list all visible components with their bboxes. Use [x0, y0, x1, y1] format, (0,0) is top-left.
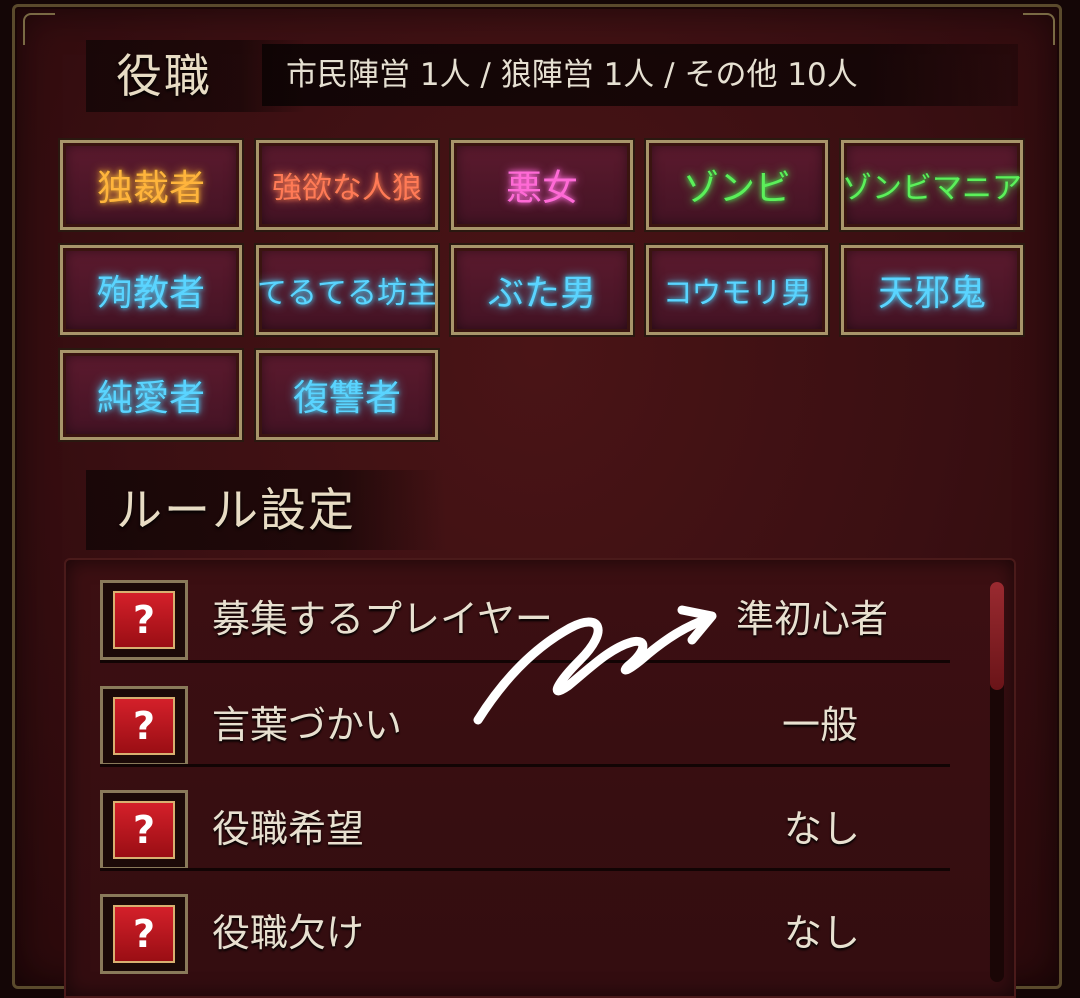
- rule-value: 一般: [782, 703, 859, 747]
- question-mark-icon: ?: [113, 697, 175, 755]
- rule-name: 言葉づかい: [212, 703, 403, 747]
- faction-summary: 市民陣営 1人 / 狼陣営 1人 / その他 10人: [262, 44, 1018, 106]
- help-button[interactable]: ?: [100, 686, 188, 766]
- question-mark-icon: ?: [113, 905, 175, 963]
- role-card-pig-man[interactable]: ぶた男: [449, 243, 635, 337]
- role-label: 復讐者: [292, 378, 401, 419]
- role-label: 強欲な人狼: [272, 171, 422, 206]
- scrollbar-thumb[interactable]: [990, 582, 1004, 690]
- role-card-avenger[interactable]: 復讐者: [254, 348, 440, 442]
- role-card-zombie[interactable]: ゾンビ: [644, 138, 830, 232]
- role-label: 殉教者: [96, 273, 205, 314]
- role-label: 純愛者: [96, 378, 205, 419]
- role-card-devoted-lover[interactable]: 純愛者: [58, 348, 244, 442]
- rule-value: なし: [784, 911, 861, 955]
- help-button[interactable]: ?: [100, 790, 188, 870]
- frame-ornament-top-right: [1023, 13, 1055, 45]
- role-card-martyr[interactable]: 殉教者: [58, 243, 244, 337]
- question-mark-icon: ?: [113, 801, 175, 859]
- role-card-teru-teru-bozu[interactable]: てるてる坊主: [254, 243, 440, 337]
- rule-row-role-preference[interactable]: ? 役職希望 なし: [100, 780, 960, 870]
- role-label: コウモリ男: [662, 276, 812, 311]
- role-label: ゾンビ: [682, 168, 791, 209]
- role-card-villainess[interactable]: 悪女: [449, 138, 635, 232]
- frame-ornament-top-left: [23, 13, 55, 45]
- role-card-greedy-werewolf[interactable]: 強欲な人狼: [254, 138, 440, 232]
- help-button[interactable]: ?: [100, 580, 188, 660]
- role-label: ゾンビマニア: [842, 171, 1022, 206]
- role-label: てるてる坊主: [257, 276, 437, 311]
- role-label: 悪女: [505, 168, 578, 209]
- help-button[interactable]: ?: [100, 894, 188, 974]
- row-divider: [100, 868, 950, 871]
- rule-name: 役職希望: [212, 807, 365, 851]
- rules-section-title: ルール設定: [86, 470, 446, 550]
- question-mark-icon: ?: [113, 591, 175, 649]
- role-card-zombie-mania[interactable]: ゾンビマニア: [839, 138, 1025, 232]
- rule-value: 準初心者: [736, 597, 889, 641]
- hand-drawn-arrow-annotation: [473, 605, 717, 725]
- rule-row-role-missing[interactable]: ? 役職欠け なし: [100, 884, 960, 974]
- row-divider: [100, 764, 950, 767]
- role-label: 天邪鬼: [877, 273, 986, 314]
- role-label: ぶた男: [487, 273, 596, 314]
- role-card-dictator[interactable]: 独裁者: [58, 138, 244, 232]
- rule-name: 役職欠け: [212, 911, 365, 955]
- role-label: 独裁者: [96, 168, 205, 209]
- role-card-bat-man[interactable]: コウモリ男: [644, 243, 830, 337]
- role-card-amanojaku[interactable]: 天邪鬼: [839, 243, 1025, 337]
- rule-value: なし: [784, 807, 861, 851]
